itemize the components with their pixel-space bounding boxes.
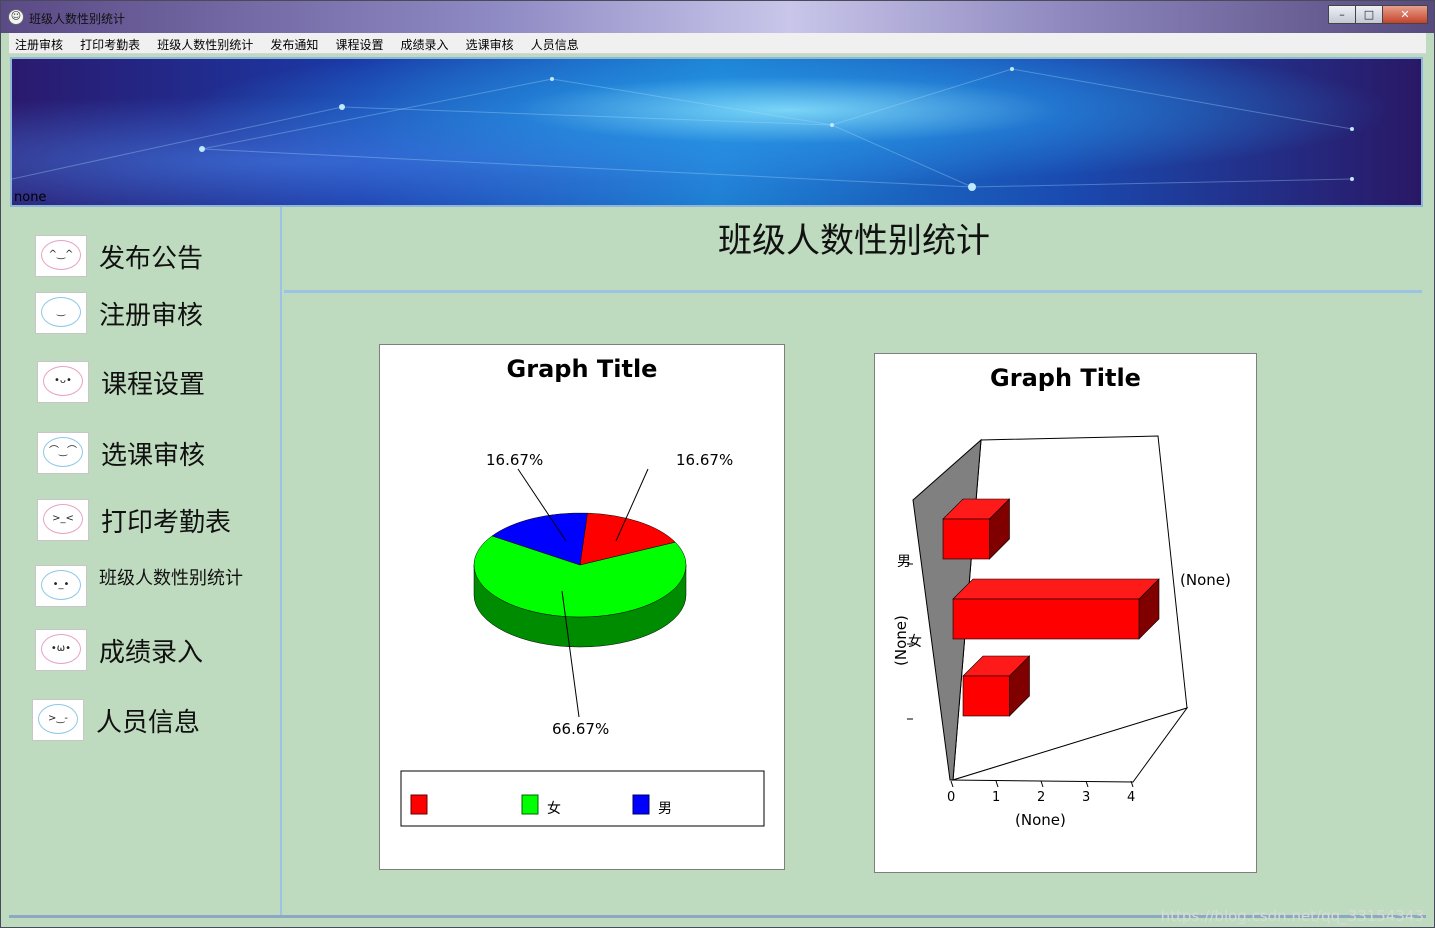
pie-chart: 16.67% 16.67% 66.67% 女 男 [400, 451, 765, 827]
app-window: ☺ 班级人数性别统计 – □ ✕ 注册审核 打印考勤表 班级人数性别统计 发布通… [0, 0, 1435, 928]
x-tick-mark-1 [995, 780, 999, 788]
smiley-face-icon: •ω• [35, 629, 87, 671]
menu-item-register-review[interactable]: 注册审核 [9, 33, 69, 53]
menu-item-publish-notice[interactable]: 发布通知 [264, 33, 324, 53]
minimize-button[interactable]: – [1328, 5, 1356, 24]
title-divider [284, 290, 1422, 293]
menu-item-course-selection-review[interactable]: 选课审核 [460, 33, 520, 53]
sidebar-item-register-review[interactable]: ‿ 注册审核 [35, 292, 203, 334]
sidebar-item-publish-announcement[interactable]: ^‿^ 发布公告 [35, 235, 203, 277]
sidebar-item-label: 成绩录入 [99, 637, 204, 668]
pie-label-right: 16.67% [676, 451, 733, 469]
sidebar-item-course-selection-review[interactable]: ⌒‿⌒ 选课审核 [37, 432, 205, 474]
menu-item-gender-stats[interactable]: 班级人数性别统计 [151, 33, 259, 53]
x-tick-label-1: 1 [992, 790, 1000, 805]
bar-top-1 [952, 578, 1160, 600]
smiley-face-icon: ⌒‿⌒ [37, 432, 89, 474]
bar-chart-panel: Graph Title 01234 男 女 (None) (None) (Non… [874, 353, 1257, 873]
bar-chart: 0 1 2 3 4 男 女 (None) (None) (None) [892, 435, 1231, 829]
sidebar-item-gender-stats[interactable]: •_• 班级人数性别统计 [35, 565, 243, 607]
smiley-face-icon: >‿- [32, 699, 84, 741]
sidebar-item-label: 人员信息 [96, 707, 201, 738]
pie-chart-panel: Graph Title 16.67% 16.67% 66.67% 女 男 [379, 344, 785, 870]
watermark: https://blog.csdn.net/qq_33154343 [1160, 907, 1424, 925]
x-tick-label-3: 3 [1082, 790, 1090, 805]
menu-bar: 注册审核 打印考勤表 班级人数性别统计 发布通知 课程设置 成绩录入 选课审核 … [9, 33, 1426, 54]
close-button[interactable]: ✕ [1382, 5, 1428, 24]
smiley-icon: ☺ [8, 9, 24, 25]
title-bar[interactable]: ☺ 班级人数性别统计 – □ ✕ [1, 1, 1434, 33]
sidebar-item-course-settings[interactable]: •ᴗ• 课程设置 [37, 361, 205, 403]
x-axis-label: (None) [1015, 811, 1066, 829]
legend-swatch-blue [632, 794, 650, 815]
smiley-face-icon: ‿ [35, 292, 87, 334]
menu-item-course-settings[interactable]: 课程设置 [329, 33, 389, 53]
menu-item-print-attendance[interactable]: 打印考勤表 [74, 33, 146, 53]
legend-swatch-green [521, 794, 539, 815]
smiley-face-icon: ^‿^ [35, 235, 87, 277]
sidebar-item-print-attendance[interactable]: >_< 打印考勤表 [37, 499, 231, 541]
window-title: 班级人数性别统计 [29, 12, 126, 26]
pie-legend [400, 770, 765, 827]
bar-2 [962, 675, 1010, 717]
x-tick-mark-0 [950, 780, 954, 788]
sidebar-item-label: 课程设置 [101, 369, 206, 400]
maximize-button[interactable]: □ [1355, 5, 1383, 24]
sidebar-item-label: 发布公告 [99, 243, 204, 274]
legend-label-2: 男 [658, 801, 672, 817]
sidebar-item-label: 选课审核 [101, 440, 206, 471]
smiley-face-icon: •ᴗ• [37, 361, 89, 403]
series-label: (None) [1180, 571, 1231, 589]
banner-network-graphic [12, 67, 1354, 191]
pie-label-bottom: 66.67% [552, 720, 609, 738]
menu-item-grade-entry[interactable]: 成绩录入 [395, 33, 455, 53]
sidebar: ^‿^ 发布公告 ‿ 注册审核 •ᴗ• 课程设置 ⌒‿⌒ 选课审核 >_< 打印… [9, 207, 279, 915]
sidebar-divider [280, 207, 282, 915]
sidebar-item-label: 打印考勤表 [101, 507, 232, 538]
menu-item-staff-info[interactable]: 人员信息 [525, 33, 585, 53]
x-tick-label-2: 2 [1037, 790, 1045, 805]
pie-label-left: 16.67% [486, 451, 543, 469]
bar-0 [942, 518, 990, 560]
header-banner: none [10, 57, 1423, 207]
y-axis-label: (None) [892, 615, 910, 666]
x-tick-label-0: 0 [947, 790, 955, 805]
page-title: 班级人数性别统计 [718, 221, 990, 261]
legend-swatch-red [410, 794, 428, 815]
smiley-face-icon: •_• [35, 565, 87, 607]
sidebar-item-label: 班级人数性别统计 [99, 568, 243, 589]
x-tick-label-4: 4 [1127, 790, 1135, 805]
bar-1 [952, 598, 1140, 640]
category-label-male: 男 [897, 554, 911, 570]
smiley-face-icon: >_< [37, 499, 89, 541]
category-label-female: 女 [908, 633, 922, 650]
legend-label-1: 女 [547, 800, 561, 817]
sidebar-item-staff-info[interactable]: >‿- 人员信息 [32, 699, 200, 741]
x-tick-mark-2 [1040, 780, 1044, 788]
banner-label: none [14, 190, 47, 205]
sidebar-item-grade-entry[interactable]: •ω• 成绩录入 [35, 629, 203, 671]
sidebar-item-label: 注册审核 [99, 300, 204, 331]
